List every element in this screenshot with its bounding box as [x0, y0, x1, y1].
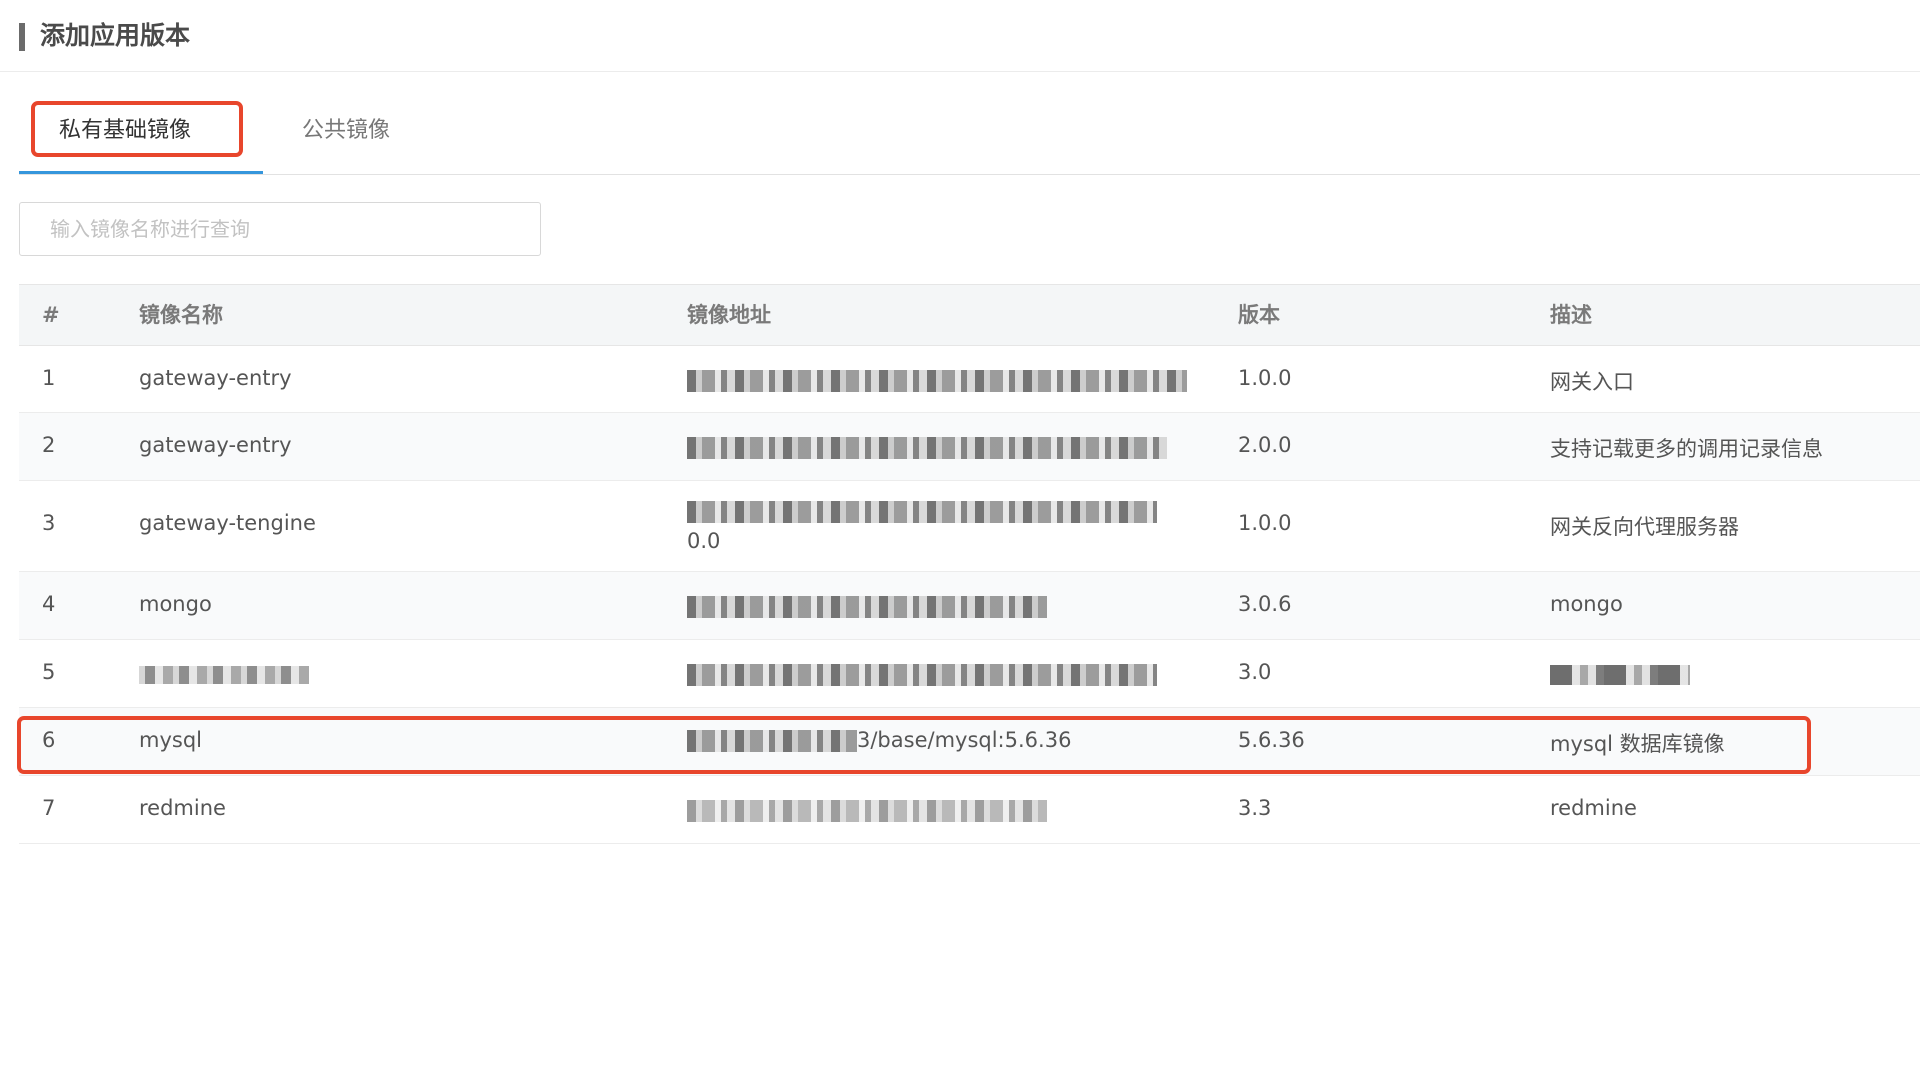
image-address: 3/base/mysql:5.6.36 [687, 728, 1071, 752]
tab-label: 私有基础镜像 [59, 118, 192, 143]
table-row[interactable]: 7 redmine 3.3 redmine [19, 776, 1920, 844]
image-version: 3.3 [1238, 796, 1272, 820]
image-address [687, 594, 1047, 618]
table-header: # 镜像名称 镜像地址 版本 描述 [19, 284, 1920, 346]
row-index: 2 [42, 433, 56, 457]
image-description: 网关入口 [1550, 370, 1634, 394]
row-index: 1 [42, 366, 56, 390]
table-row[interactable]: 2 gateway-entry 2.0.0 支持记载更多的调用记录信息 [19, 413, 1920, 481]
image-name: mysql [139, 728, 202, 752]
image-version: 2.0.0 [1238, 433, 1292, 457]
row-index: 4 [42, 592, 56, 616]
table-row[interactable]: 1 gateway-entry 1.0.0 网关入口 [19, 346, 1920, 413]
image-name: redmine [139, 796, 226, 820]
image-address [687, 435, 1167, 459]
title-accent-bar [19, 23, 25, 51]
redacted-address [687, 596, 1047, 618]
redacted-address [687, 664, 1157, 686]
redacted-address [687, 730, 857, 752]
page-title: 添加应用版本 [40, 21, 191, 50]
table-row[interactable]: 4 mongo 3.0.6 mongo [19, 572, 1920, 640]
image-source-tabs: 私有基础镜像 公共镜像 [19, 100, 1920, 175]
table-row[interactable]: 3 gateway-tengine 0.0 1.0.0 网关反向代理服务器 [19, 481, 1920, 572]
add-app-version-page: 添加应用版本 私有基础镜像 公共镜像 # 镜像名称 镜像地址 版本 描述 1 g… [0, 0, 1920, 1080]
redacted-description [1550, 665, 1690, 685]
image-name [139, 662, 309, 686]
image-version: 3.0.6 [1238, 592, 1292, 616]
tab-public-images[interactable]: 公共镜像 [302, 100, 462, 174]
table-row[interactable]: 5 3.0 [19, 640, 1920, 708]
column-header-version: 版本 [1238, 303, 1280, 327]
image-address [687, 368, 1187, 392]
page-header: 添加应用版本 [0, 0, 1920, 72]
row-index: 6 [42, 728, 56, 752]
image-address [687, 798, 1047, 822]
column-header-index: # [42, 303, 60, 327]
row-index: 7 [42, 796, 56, 820]
image-address [687, 662, 1157, 686]
image-description: 支持记载更多的调用记录信息 [1550, 437, 1823, 461]
image-address-tail: 3/base/mysql:5.6.36 [857, 728, 1072, 752]
image-version: 5.6.36 [1238, 728, 1305, 752]
image-version: 1.0.0 [1238, 366, 1292, 390]
redacted-address [687, 370, 1187, 392]
image-description: 网关反向代理服务器 [1550, 515, 1739, 539]
image-description [1550, 662, 1690, 686]
tab-private-base-images[interactable]: 私有基础镜像 [19, 100, 263, 174]
row-index: 5 [42, 660, 56, 684]
image-address: 0.0 [687, 499, 1157, 553]
image-name: gateway-entry [139, 433, 292, 457]
column-header-description: 描述 [1550, 303, 1592, 327]
image-table: # 镜像名称 镜像地址 版本 描述 1 gateway-entry 1.0.0 … [19, 284, 1920, 844]
image-name: gateway-entry [139, 366, 292, 390]
image-search-input[interactable] [19, 202, 541, 256]
redacted-address [687, 800, 1047, 822]
row-index: 3 [42, 511, 56, 535]
image-name: gateway-tengine [139, 511, 316, 535]
redacted-name [139, 666, 309, 684]
image-name: mongo [139, 592, 212, 616]
image-description: mongo [1550, 592, 1623, 616]
redacted-address [687, 501, 1157, 523]
image-description: mysql 数据库镜像 [1550, 732, 1725, 756]
column-header-image-name: 镜像名称 [139, 303, 223, 327]
image-version: 1.0.0 [1238, 511, 1292, 535]
image-description: redmine [1550, 796, 1637, 820]
image-address-tail: 0.0 [687, 529, 721, 553]
column-header-image-address: 镜像地址 [687, 303, 771, 327]
tab-label: 公共镜像 [302, 118, 391, 143]
table-row[interactable]: 6 mysql 3/base/mysql:5.6.36 5.6.36 mysql… [19, 708, 1920, 776]
image-version: 3.0 [1238, 660, 1272, 684]
redacted-address [687, 437, 1167, 459]
